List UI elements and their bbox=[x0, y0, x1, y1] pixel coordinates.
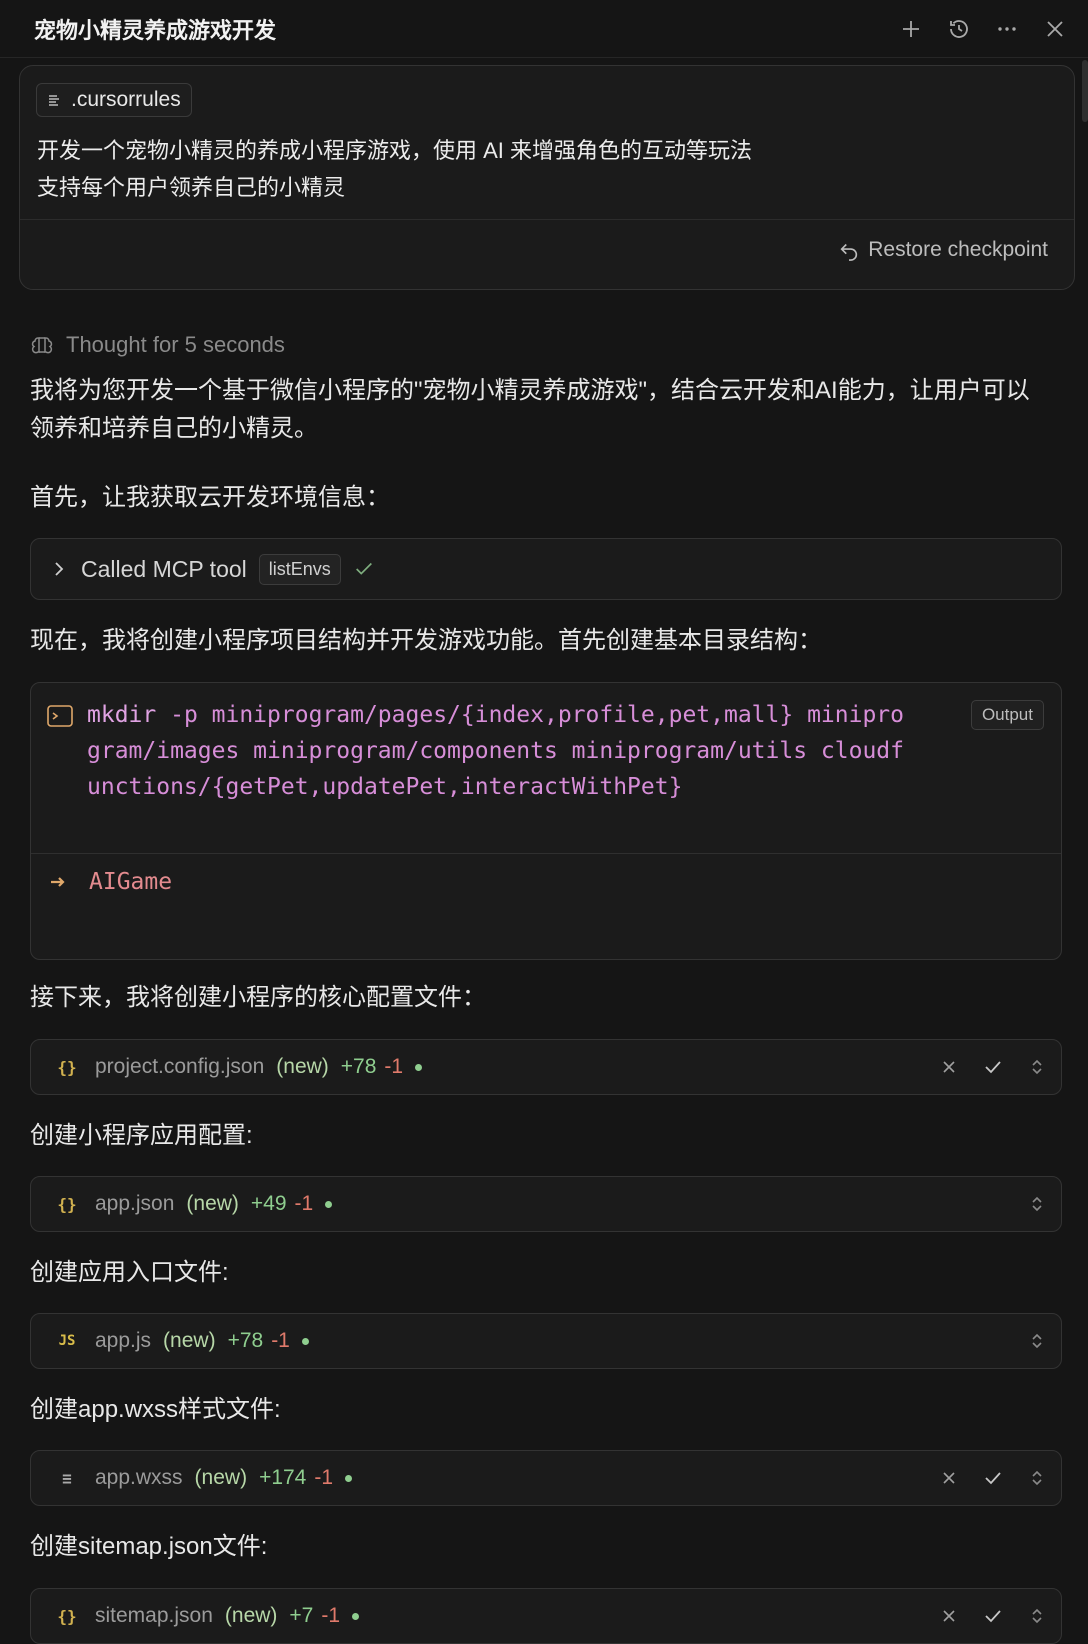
lines-removed: -1 bbox=[314, 1466, 334, 1489]
file-change-project-config[interactable]: {} project.config.json (new) +78 -1 bbox=[30, 1039, 1062, 1095]
expand-icon[interactable] bbox=[1027, 1606, 1047, 1626]
lines-added: +49 bbox=[250, 1192, 287, 1215]
file-change-app-wxss[interactable]: ≡ app.wxss (new) +174 -1 bbox=[30, 1450, 1062, 1506]
file-actions bbox=[1027, 1314, 1047, 1368]
divider bbox=[20, 219, 1074, 220]
close-icon[interactable] bbox=[1042, 16, 1068, 42]
file-actions bbox=[939, 1451, 1047, 1505]
json-file-icon: {} bbox=[57, 1194, 77, 1214]
status-dot bbox=[345, 1474, 353, 1482]
file-name: app.wxss bbox=[95, 1466, 183, 1489]
divider bbox=[31, 853, 1061, 854]
json-file-icon: {} bbox=[57, 1057, 77, 1077]
terminal-cwd: AIGame bbox=[89, 869, 173, 895]
thought-label: Thought for 5 seconds bbox=[66, 332, 285, 357]
lines-removed: -1 bbox=[294, 1192, 314, 1215]
expand-icon[interactable] bbox=[1027, 1331, 1047, 1351]
terminal-command: mkdir -p miniprogram/pages/{index,profil… bbox=[87, 702, 904, 800]
status-dot bbox=[415, 1063, 423, 1071]
lines-removed: -1 bbox=[384, 1055, 404, 1078]
status-dot bbox=[325, 1200, 333, 1208]
brain-icon bbox=[31, 337, 53, 354]
status-dot bbox=[301, 1337, 309, 1345]
expand-icon[interactable] bbox=[1027, 1057, 1047, 1077]
expand-icon[interactable] bbox=[1027, 1194, 1047, 1214]
chevron-right-icon bbox=[55, 562, 64, 576]
assistant-core-config-text: 接下来，我将创建小程序的核心配置文件： bbox=[30, 984, 486, 1011]
context-file-chip[interactable]: .cursorrules bbox=[36, 83, 192, 117]
reject-icon[interactable] bbox=[939, 1057, 959, 1077]
assistant-structure-text: 现在，我将创建小程序项目结构并开发游戏功能。首先创建基本目录结构： bbox=[30, 627, 822, 654]
css-file-icon: ≡ bbox=[62, 1468, 72, 1488]
assistant-wxss-text: 创建app.wxss样式文件: bbox=[30, 1396, 281, 1423]
assistant-app-config-text: 创建小程序应用配置: bbox=[30, 1122, 253, 1149]
mcp-tool-name: listEnvs bbox=[258, 553, 341, 585]
accept-icon[interactable] bbox=[983, 1468, 1003, 1488]
user-prompt-card: .cursorrules 开发一个宠物小精灵的养成小程序游戏，使用 AI 来增强… bbox=[19, 65, 1075, 290]
chat-title: 宠物小精灵养成游戏开发 bbox=[34, 17, 277, 43]
check-icon bbox=[355, 562, 372, 575]
file-name: sitemap.json bbox=[95, 1604, 213, 1627]
restore-checkpoint-button[interactable]: Restore checkpoint bbox=[838, 238, 1048, 262]
history-icon[interactable] bbox=[946, 16, 972, 42]
scrollbar[interactable] bbox=[1082, 60, 1088, 122]
js-file-icon: JS bbox=[58, 1333, 76, 1349]
file-status: (new) bbox=[163, 1329, 216, 1352]
file-actions bbox=[1027, 1177, 1047, 1231]
lines-removed: -1 bbox=[271, 1329, 290, 1352]
mcp-tool-label: Called MCP tool bbox=[81, 555, 247, 582]
thought-indicator[interactable]: Thought for 5 seconds bbox=[30, 332, 285, 358]
lines-removed: -1 bbox=[321, 1604, 341, 1627]
file-name: project.config.json bbox=[95, 1055, 265, 1078]
expand-icon[interactable] bbox=[1027, 1468, 1047, 1488]
prompt-text: 开发一个宠物小精灵的养成小程序游戏，使用 AI 来增强角色的互动等玩法 支持每个… bbox=[37, 132, 752, 206]
terminal-command-block: mkdir -p miniprogram/pages/{index,profil… bbox=[30, 682, 1062, 960]
lines-added: +78 bbox=[340, 1055, 377, 1078]
assistant-env-text: 首先，让我获取云开发环境信息： bbox=[30, 484, 390, 511]
reject-icon[interactable] bbox=[939, 1606, 959, 1626]
plus-icon[interactable] bbox=[898, 16, 924, 42]
terminal-output: AIGame bbox=[49, 869, 172, 895]
chat-header: 宠物小精灵养成游戏开发 bbox=[0, 0, 1088, 58]
file-change-app-json[interactable]: {} app.json (new) +49 -1 bbox=[30, 1176, 1062, 1232]
terminal-icon bbox=[47, 705, 73, 727]
status-dot bbox=[352, 1612, 360, 1620]
context-file-name: .cursorrules bbox=[71, 88, 181, 111]
lines-added: +174 bbox=[259, 1466, 307, 1489]
output-button[interactable]: Output bbox=[970, 700, 1044, 730]
prompt-line-1: 开发一个宠物小精灵的养成小程序游戏，使用 AI 来增强角色的互动等玩法 bbox=[37, 138, 753, 163]
file-name: app.json bbox=[95, 1192, 175, 1215]
file-change-app-js[interactable]: JS app.js (new) +78 -1 bbox=[30, 1313, 1062, 1369]
reject-icon[interactable] bbox=[939, 1468, 959, 1488]
assistant-intro-text: 我将为您开发一个基于微信小程序的"宠物小精灵养成游戏"，结合云开发和AI能力，让… bbox=[30, 377, 1030, 442]
accept-icon[interactable] bbox=[983, 1057, 1003, 1077]
file-status: (new) bbox=[276, 1055, 329, 1078]
assistant-sitemap-text: 创建sitemap.json文件: bbox=[30, 1533, 268, 1560]
arrow-right-icon bbox=[51, 877, 65, 887]
more-icon[interactable] bbox=[994, 16, 1020, 42]
lines-added: +7 bbox=[289, 1604, 314, 1627]
file-status: (new) bbox=[194, 1466, 248, 1489]
file-status: (new) bbox=[224, 1604, 278, 1627]
file-status: (new) bbox=[186, 1192, 239, 1215]
assistant-entry-text: 创建应用入口文件: bbox=[30, 1259, 229, 1286]
header-actions bbox=[898, 16, 1068, 42]
json-file-icon: {} bbox=[57, 1606, 77, 1626]
file-lines-icon bbox=[49, 95, 59, 106]
accept-icon[interactable] bbox=[983, 1606, 1003, 1626]
file-actions bbox=[939, 1040, 1047, 1094]
file-actions bbox=[939, 1589, 1047, 1643]
file-name: app.js bbox=[95, 1329, 152, 1352]
mcp-tool-call[interactable]: Called MCP tool listEnvs bbox=[30, 538, 1062, 600]
undo-icon bbox=[840, 243, 858, 261]
file-change-sitemap-json[interactable]: {} sitemap.json (new) +7 -1 bbox=[30, 1588, 1062, 1644]
prompt-line-2: 支持每个用户领养自己的小精灵 bbox=[37, 175, 346, 200]
lines-added: +78 bbox=[227, 1329, 264, 1352]
restore-checkpoint-label: Restore checkpoint bbox=[868, 238, 1048, 261]
